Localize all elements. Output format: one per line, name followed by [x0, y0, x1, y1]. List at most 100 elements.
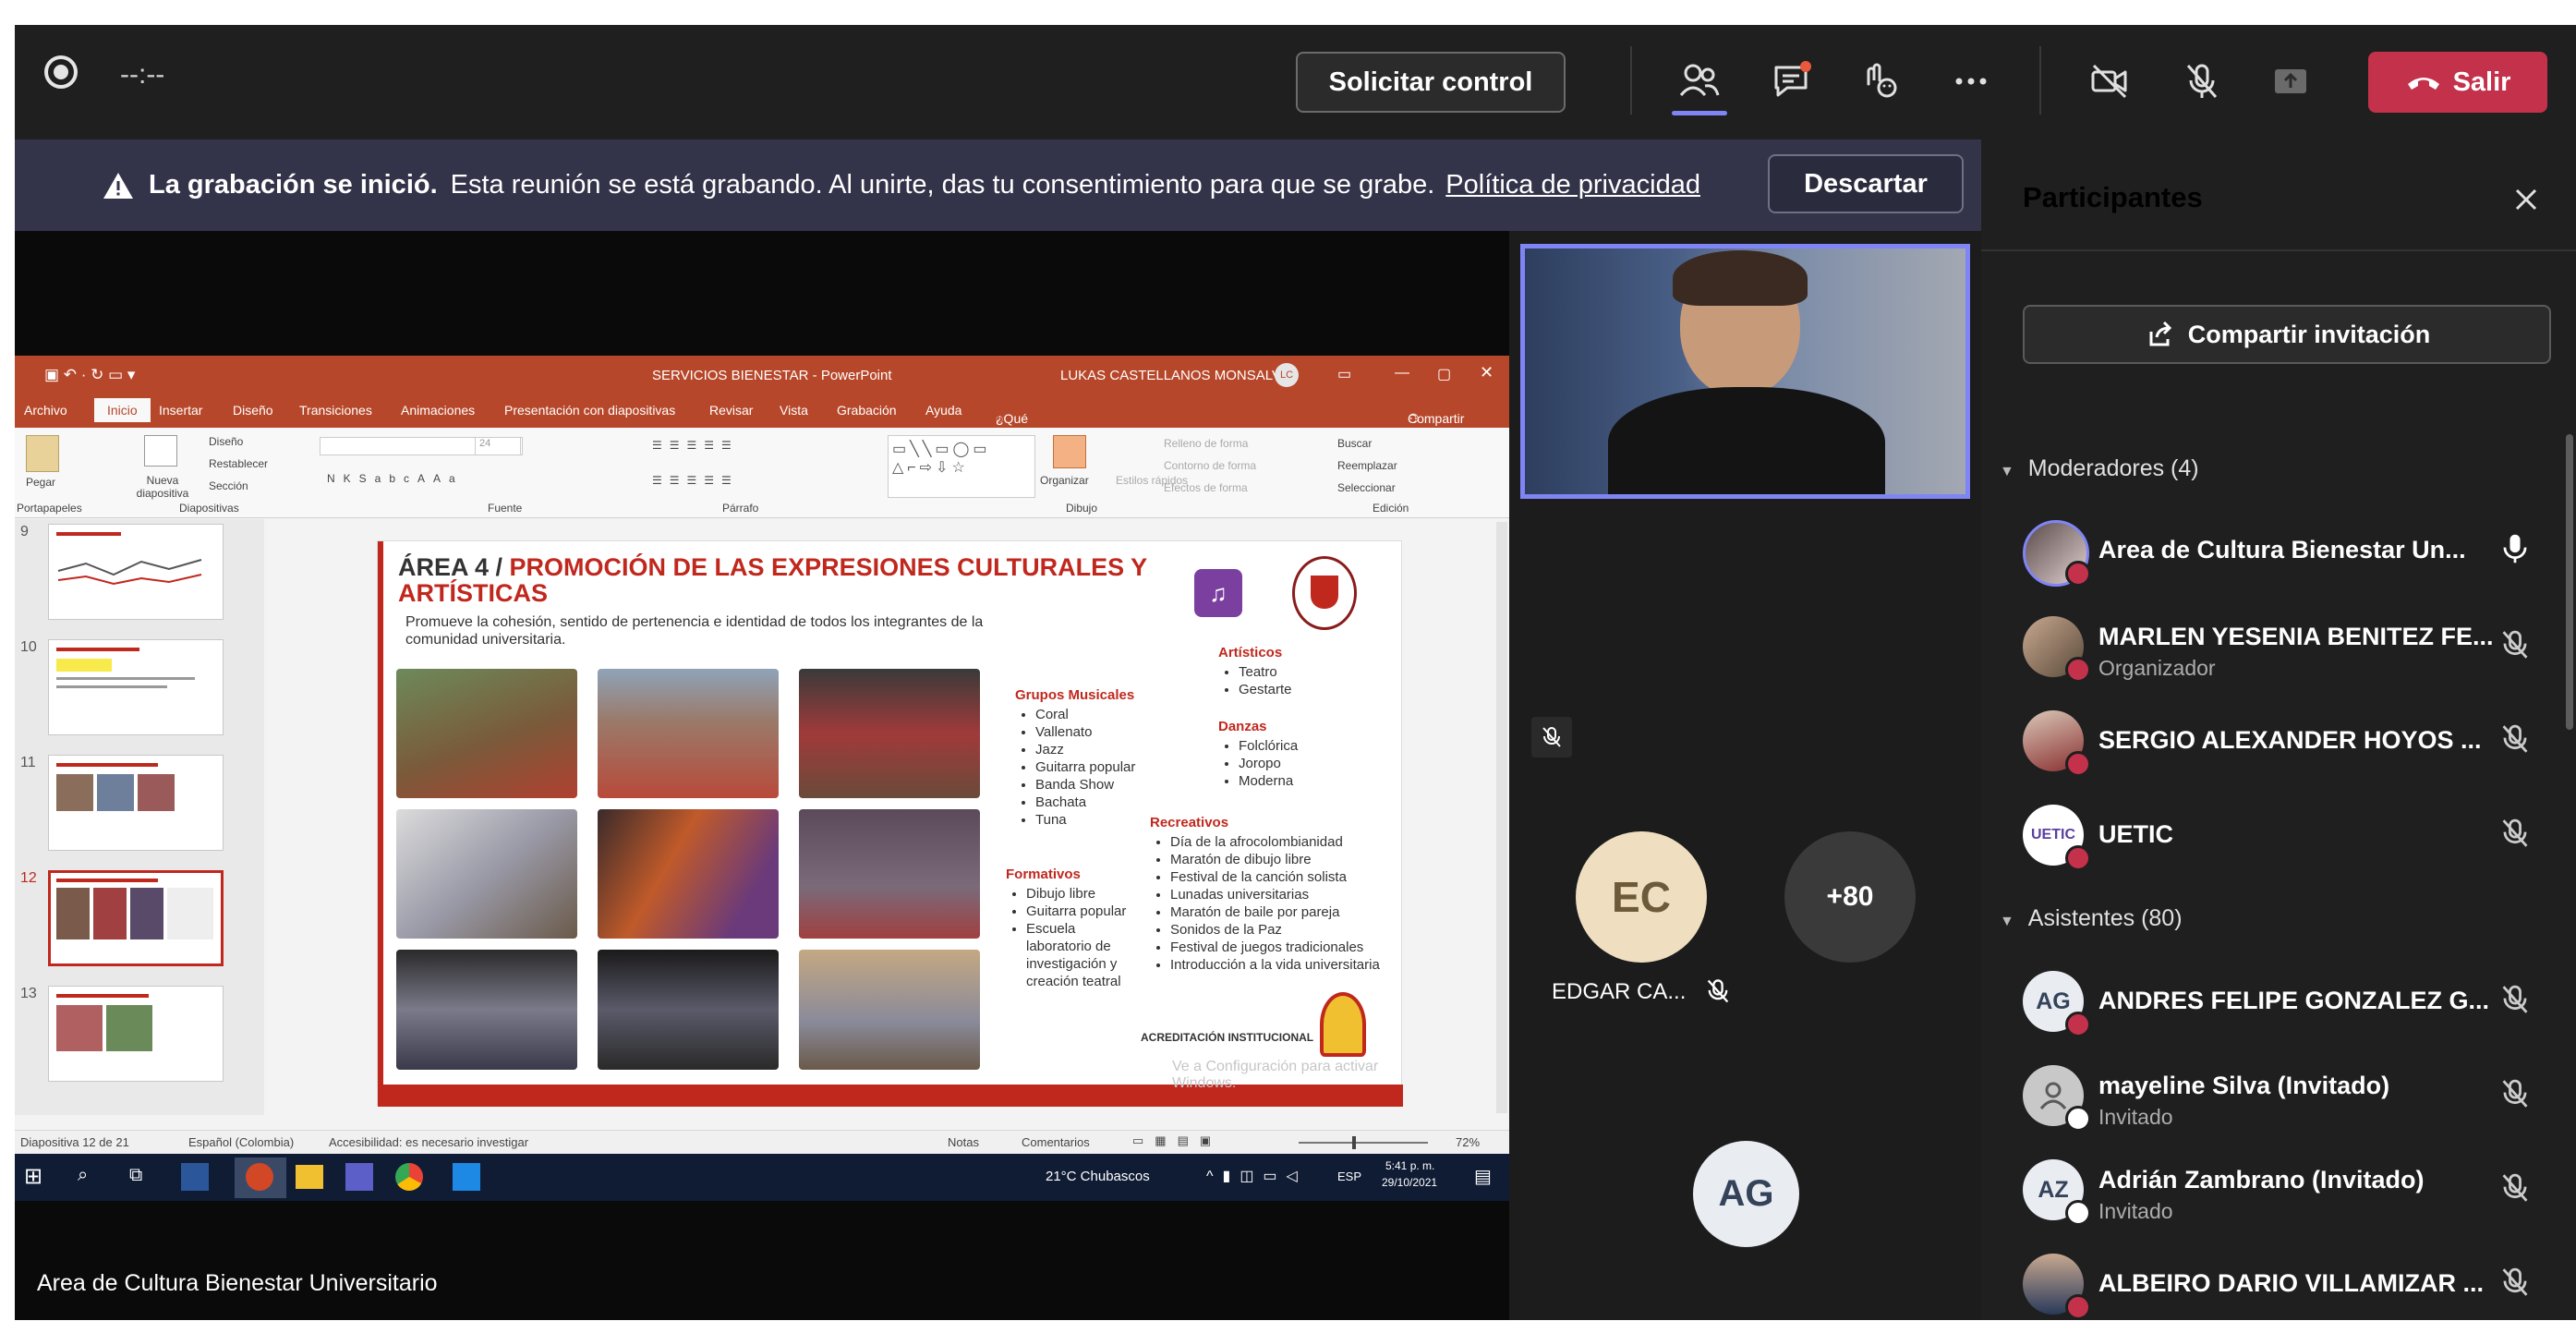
powerpoint-icon[interactable]	[246, 1163, 273, 1191]
presenter-video[interactable]	[1520, 244, 1970, 499]
close-window-icon[interactable]: ✕	[1480, 363, 1494, 382]
font-size-select[interactable]: 24	[475, 437, 521, 455]
input-language[interactable]: ESP	[1337, 1170, 1361, 1183]
quick-access-icons: ▣ ↶ · ↻ ▭ ▾	[44, 366, 136, 383]
paste-icon[interactable]	[26, 435, 59, 472]
accessibility-status[interactable]: Accesibilidad: es necesario investigar	[329, 1135, 528, 1149]
tab-grabacion[interactable]: Grabación	[837, 403, 897, 418]
tab-inicio[interactable]: Inicio	[94, 398, 151, 422]
ribbon-display-icon[interactable]: ▭	[1337, 365, 1351, 383]
comments-button[interactable]: Comentarios	[1022, 1135, 1090, 1149]
more-participants-avatar[interactable]: +80	[1784, 831, 1916, 963]
shapes-gallery[interactable]: ▭╲╲▭◯▭ △⌐⇨⇩☆	[888, 435, 1035, 498]
close-icon[interactable]	[2508, 181, 2545, 218]
new-slide-label: Nueva diapositiva	[136, 474, 189, 500]
slide-thumbnail[interactable]	[48, 755, 224, 851]
minimize-icon[interactable]: —	[1395, 365, 1409, 382]
section-button[interactable]: Sección	[209, 479, 248, 492]
participant-row[interactable]: mayeline Silva (Invitado) Invitado	[2023, 1059, 2563, 1133]
privacy-link[interactable]: Política de privacidad	[1445, 170, 1700, 200]
slide-thumbnail[interactable]	[48, 986, 224, 1082]
reset-button[interactable]: Restablecer	[209, 457, 268, 470]
tab-revisar[interactable]: Revisar	[709, 403, 753, 418]
participant-row[interactable]: ALBEIRO DARIO VILLAMIZAR ...	[2023, 1247, 2563, 1321]
share-screen-icon[interactable]	[2263, 54, 2318, 109]
shape-effects-button[interactable]: Efectos de forma	[1164, 481, 1248, 494]
select-button[interactable]: Seleccionar	[1337, 481, 1396, 494]
restore-icon[interactable]: ▢	[1437, 365, 1451, 383]
media-app-icon[interactable]	[453, 1163, 480, 1191]
paragraph-buttons[interactable]: ☰☰☰☰☰	[652, 439, 739, 452]
participant-row[interactable]: UETIC UETIC	[2023, 798, 2563, 872]
search-icon[interactable]: ⌕	[78, 1165, 88, 1186]
slide-thumbnail[interactable]	[48, 524, 224, 620]
slide-scrollbar[interactable]	[1496, 522, 1507, 1113]
zoom-level[interactable]: 72%	[1456, 1135, 1480, 1149]
layout-button[interactable]: Diseño	[209, 435, 243, 448]
toolbar-divider	[1630, 46, 1632, 115]
language-status[interactable]: Español (Colombia)	[188, 1135, 294, 1149]
shape-outline-button[interactable]: Contorno de forma	[1164, 459, 1256, 472]
arrange-icon[interactable]	[1053, 435, 1086, 468]
tile-mic-off-icon	[1704, 977, 1732, 1005]
replace-button[interactable]: Reemplazar	[1337, 459, 1397, 472]
teams-icon[interactable]	[345, 1163, 373, 1191]
mic-off-icon[interactable]	[2174, 54, 2230, 109]
tab-vista[interactable]: Vista	[780, 403, 808, 418]
windows-activation-watermark: Ve a Configuración para activar Windows.	[1172, 1059, 1379, 1091]
word-icon[interactable]	[181, 1163, 209, 1191]
font-format-buttons[interactable]: NKSabcAAa	[327, 472, 464, 485]
zoom-slider[interactable]	[1299, 1142, 1428, 1144]
people-icon[interactable]	[1672, 54, 1727, 109]
zoom-slider-thumb[interactable]	[1352, 1136, 1356, 1149]
tab-ayuda[interactable]: Ayuda	[925, 403, 961, 418]
tab-transiciones[interactable]: Transiciones	[299, 403, 372, 418]
slide-thumbnail[interactable]	[48, 639, 224, 735]
participant-row[interactable]: AG ANDRES FELIPE GONZALEZ G...	[2023, 964, 2563, 1038]
alignment-buttons[interactable]: ☰☰☰☰☰	[652, 474, 739, 487]
thumb-number: 10	[20, 639, 37, 655]
slide-bullet-item: Jazz	[1035, 741, 1174, 758]
paste-label: Pegar	[26, 476, 56, 489]
tab-insertar[interactable]: Insertar	[159, 403, 202, 418]
windows-start-icon[interactable]: ⊞	[24, 1163, 42, 1190]
participant-name: SERGIO ALEXANDER HOYOS ...	[2098, 726, 2482, 754]
tab-animaciones[interactable]: Animaciones	[401, 403, 475, 418]
notifications-icon[interactable]: ▤	[1474, 1165, 1492, 1188]
new-slide-icon[interactable]	[144, 435, 177, 467]
moderators-section[interactable]: ▼ Moderadores (4)	[2000, 455, 2199, 482]
participant-avatar-ag[interactable]: AG	[1693, 1141, 1799, 1247]
slide-thumbnail-selected[interactable]	[48, 870, 224, 966]
chrome-icon[interactable]	[395, 1163, 423, 1191]
task-view-icon[interactable]: ⧉	[129, 1165, 142, 1186]
tray-icons[interactable]: ^▮◫▭◁	[1206, 1167, 1307, 1185]
musical-list: CoralVallenatoJazzGuitarra popularBanda …	[1015, 706, 1174, 829]
dismiss-button[interactable]: Descartar	[1768, 154, 1964, 213]
attendees-label: Asistentes (80)	[2027, 905, 2183, 931]
attendees-section[interactable]: ▼ Asistentes (80)	[2000, 905, 2183, 932]
view-buttons[interactable]: ▭▦▤▣	[1132, 1133, 1222, 1148]
tab-presentacion[interactable]: Presentación con diapositivas	[504, 403, 675, 418]
notes-button[interactable]: Notas	[948, 1135, 979, 1149]
tab-diseno[interactable]: Diseño	[233, 403, 273, 418]
leave-button[interactable]: Salir	[2368, 52, 2547, 113]
panel-scrollbar[interactable]	[2566, 434, 2573, 730]
participant-row[interactable]: AZ Adrián Zambrano (Invitado) Invitado	[2023, 1153, 2563, 1227]
participant-row[interactable]: SERGIO ALEXANDER HOYOS ...	[2023, 704, 2563, 778]
tab-archivo[interactable]: Archivo	[24, 403, 67, 418]
participant-row[interactable]: MARLEN YESENIA BENITEZ FE... Organizador	[2023, 610, 2563, 684]
share-ribbon-label: Compartir	[1408, 411, 1465, 426]
shape-fill-button[interactable]: Relleno de forma	[1164, 437, 1248, 450]
weather-status[interactable]: 21°C Chubascos	[1046, 1169, 1150, 1184]
moderators-label: Moderadores (4)	[2027, 455, 2199, 481]
find-button[interactable]: Buscar	[1337, 437, 1372, 450]
share-invite-button[interactable]: Compartir invitación	[2023, 305, 2551, 364]
more-icon[interactable]	[1943, 54, 1999, 109]
camera-off-icon[interactable]	[2082, 54, 2137, 109]
request-control-button[interactable]: Solicitar control	[1296, 52, 1566, 113]
file-explorer-icon[interactable]	[296, 1165, 323, 1189]
chat-icon[interactable]	[1764, 54, 1820, 109]
participant-avatar-ec[interactable]: EC	[1576, 831, 1707, 963]
reactions-icon[interactable]	[1853, 54, 1908, 109]
participant-row[interactable]: Area de Cultura Bienestar Un...	[2023, 514, 2563, 588]
